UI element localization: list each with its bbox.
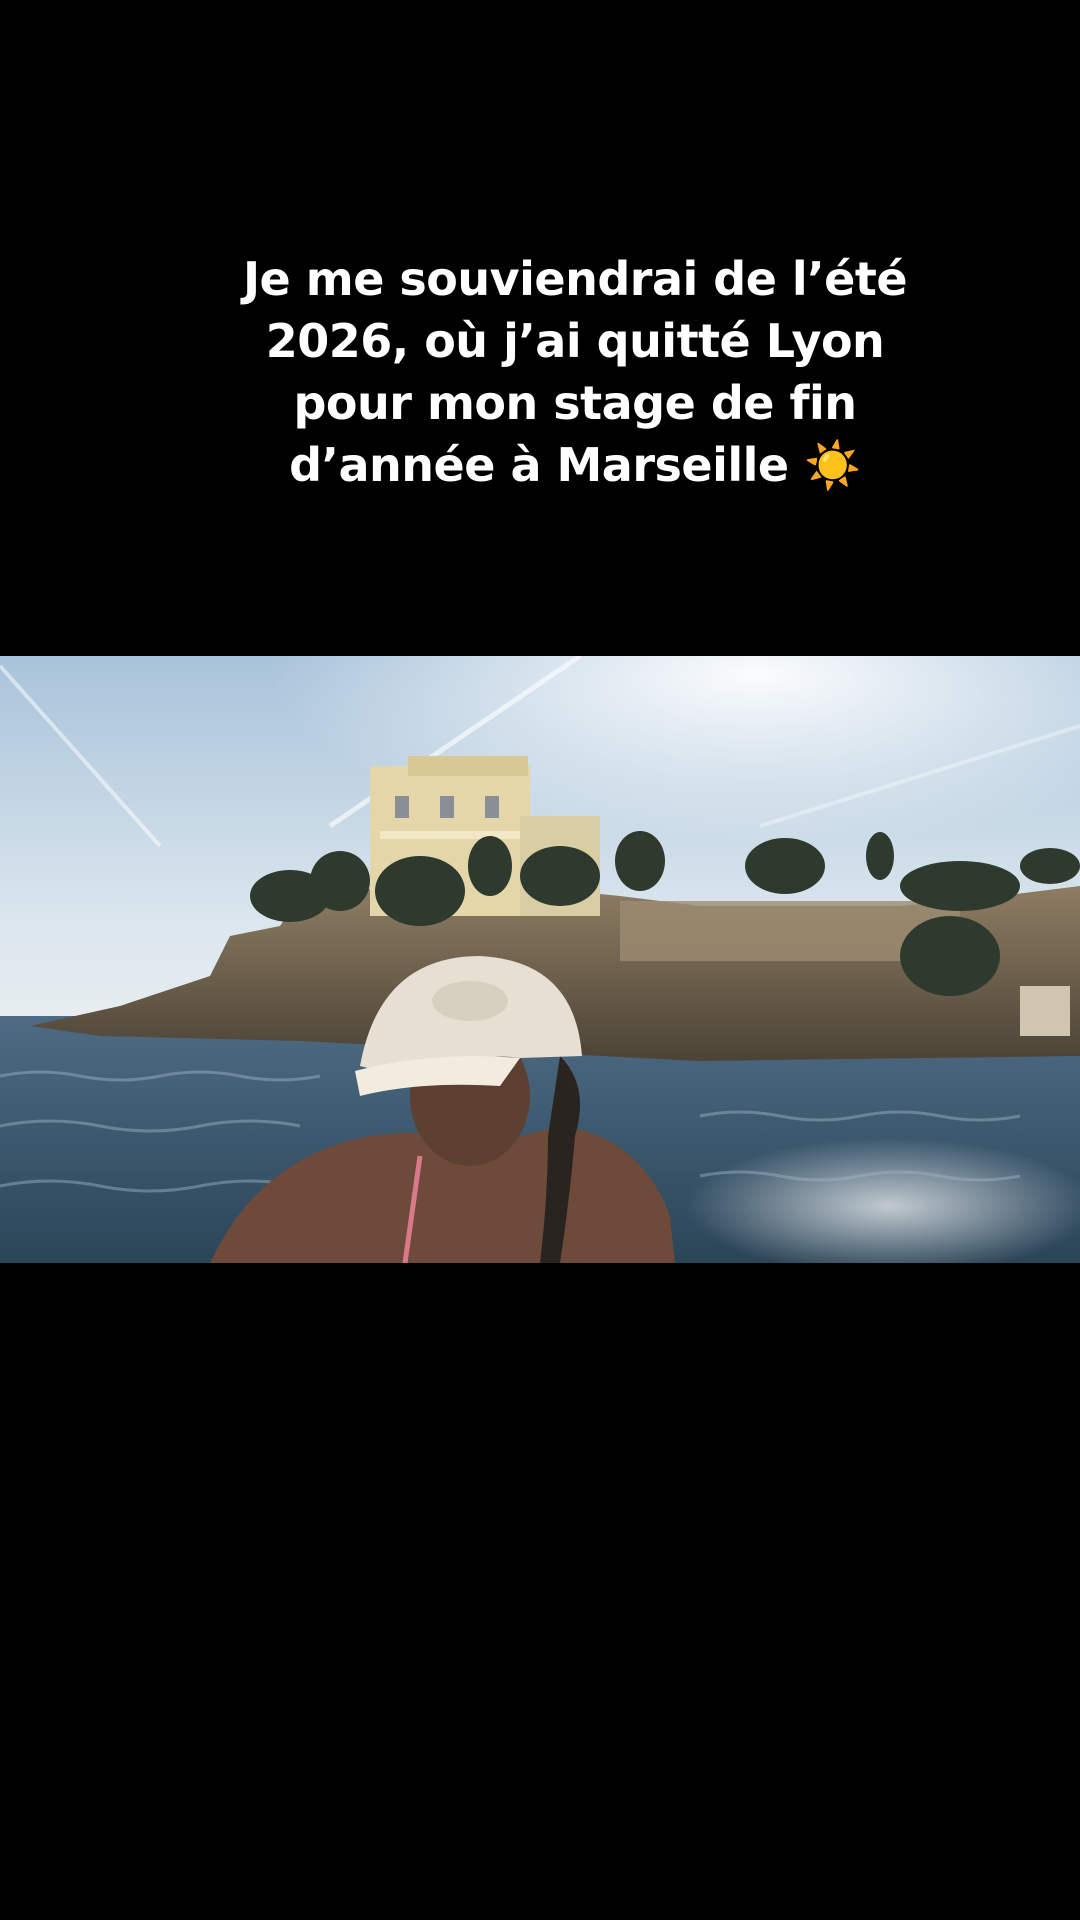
caption-overlay: Je me souviendrai de l’été 2026, où j’ai… [0,248,1080,496]
boathouse [1020,986,1070,1036]
caption-line-1: Je me souviendrai de l’été [242,252,908,306]
video-frame[interactable] [0,656,1080,1263]
caption-line-2: 2026, où j’ai quitté Lyon [265,314,885,368]
video-scene-illustration [0,656,1080,1263]
caption-line-4: d’année à Marseille ☀️ [289,438,861,492]
caption-line-3: pour mon stage de fin [293,376,858,430]
